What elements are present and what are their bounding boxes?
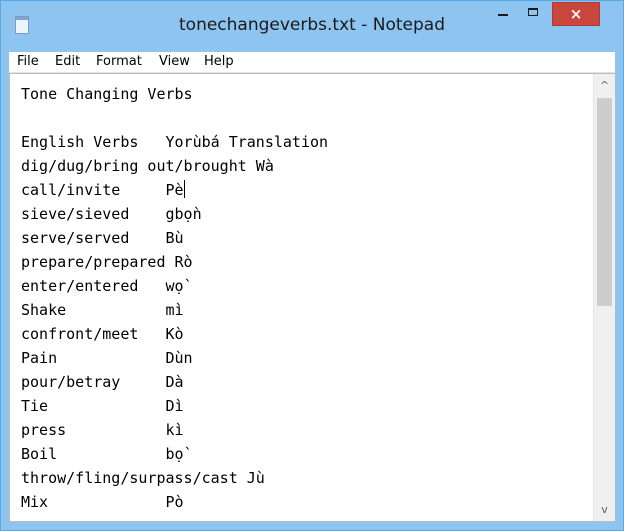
- text-caret: [183, 180, 185, 198]
- text-line: Boil bọ̀: [21, 445, 184, 463]
- menu-bar: File Edit Format View Help: [9, 52, 615, 73]
- text-line: enter/entered wọ̀: [21, 277, 184, 295]
- text-line: sieve/sieved gbọ̀n: [21, 205, 202, 223]
- text-line: Tone Changing Verbs: [21, 85, 193, 103]
- text-line: serve/served Bù: [21, 229, 184, 247]
- vertical-scrollbar[interactable]: ^ v: [593, 74, 615, 521]
- scrollbar-thumb[interactable]: [597, 98, 612, 306]
- menu-format[interactable]: Format: [96, 54, 142, 69]
- close-button[interactable]: ×: [552, 2, 600, 26]
- text-line: dig/dug/bring out/brought Wà: [21, 157, 274, 175]
- text-line: prepare/prepared Rò: [21, 253, 193, 271]
- menu-edit[interactable]: Edit: [55, 54, 80, 69]
- text-line: English Verbs Yorùbá Translation: [21, 133, 329, 151]
- text-line: Tie Dì: [21, 397, 184, 415]
- notepad-window: tonechangeverbs.txt - Notepad × File Edi…: [0, 0, 624, 531]
- text-line: Shake mì: [21, 301, 184, 319]
- text-line: press kì: [21, 421, 184, 439]
- text-line: call/invite Pè: [21, 180, 185, 199]
- title-bar[interactable]: tonechangeverbs.txt - Notepad ×: [1, 1, 623, 51]
- text-line: Mix Pò: [21, 493, 184, 511]
- text-line: throw/fling/surpass/cast Jù: [21, 469, 265, 487]
- text-line: Pain Dùn: [21, 349, 193, 367]
- scroll-up-icon[interactable]: ^: [594, 76, 615, 96]
- text-editor[interactable]: Tone Changing Verbs English Verbs Yorùbá …: [9, 73, 615, 522]
- menu-view[interactable]: View: [159, 54, 190, 69]
- text-line: confront/meet Kò: [21, 325, 184, 343]
- maximize-icon: [528, 8, 538, 16]
- minimize-button[interactable]: [489, 2, 517, 24]
- minimize-icon: [498, 14, 508, 16]
- menu-help[interactable]: Help: [204, 54, 234, 69]
- maximize-button[interactable]: [520, 2, 548, 24]
- scroll-down-icon[interactable]: v: [594, 500, 615, 520]
- close-icon: ×: [569, 5, 583, 23]
- menu-file[interactable]: File: [17, 54, 39, 69]
- text-line: [21, 106, 591, 130]
- document-text[interactable]: Tone Changing Verbs English Verbs Yorùbá …: [21, 82, 591, 518]
- text-line: pour/betray Dà: [21, 373, 184, 391]
